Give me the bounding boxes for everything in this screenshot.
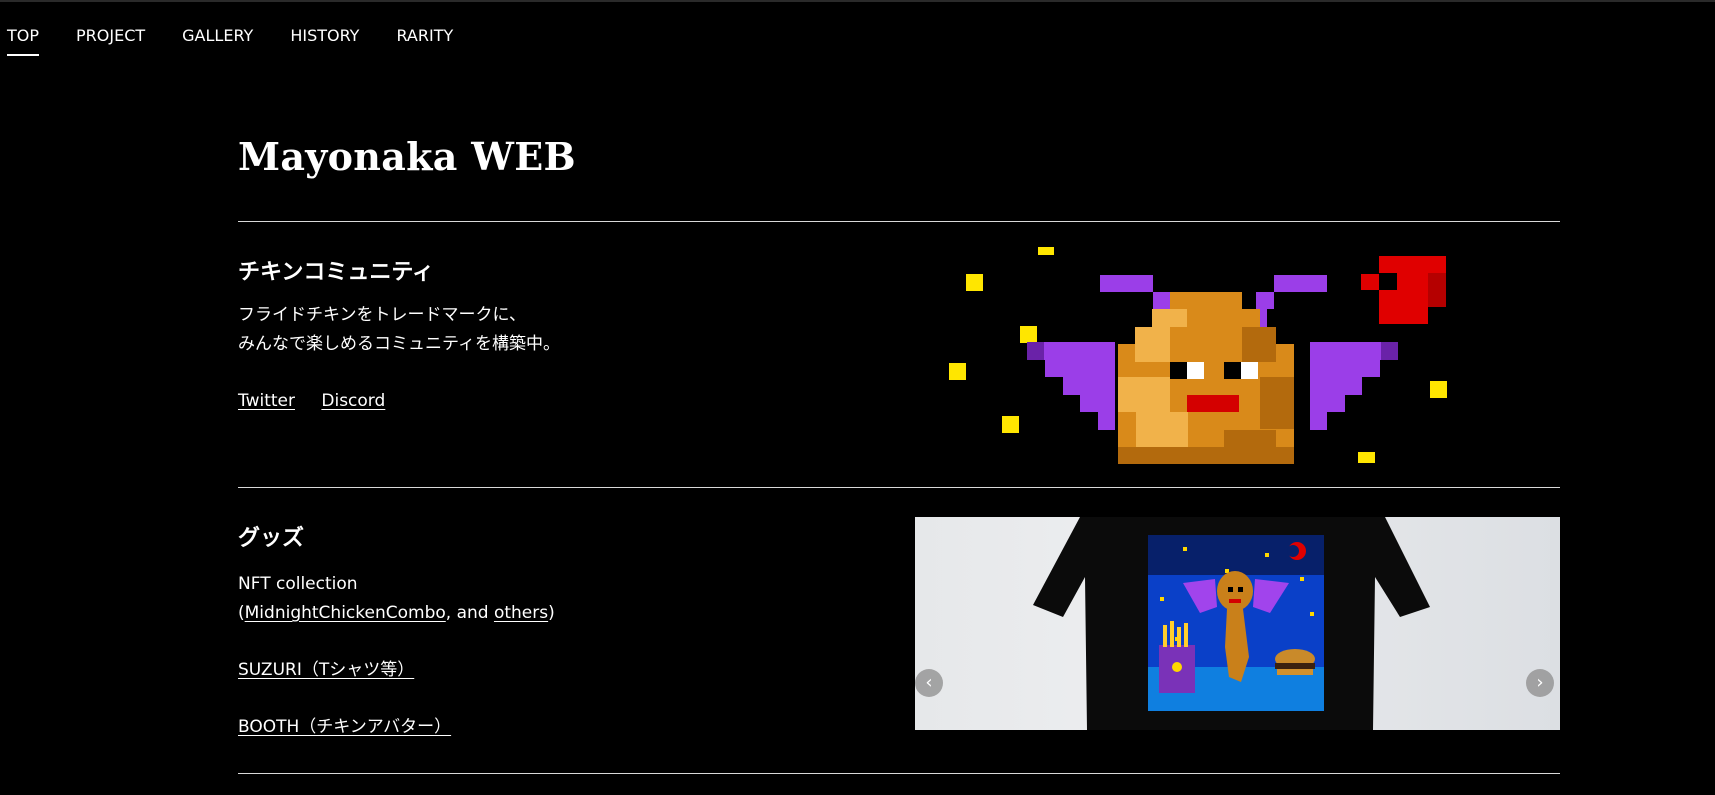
suzuri-link[interactable]: SUZURI（Tシャツ等） bbox=[238, 660, 414, 680]
community-title: チキンコミュニティ bbox=[238, 259, 435, 285]
chevron-right-icon: › bbox=[1536, 672, 1544, 693]
divider bbox=[238, 221, 1560, 222]
chevron-left-icon: ‹ bbox=[925, 672, 933, 693]
carousel-next-button[interactable]: › bbox=[1526, 669, 1554, 697]
community-text-line2: みんなで楽しめるコミュニティを構築中。 bbox=[238, 334, 560, 354]
midnight-chicken-combo-link[interactable]: MidnightChickenCombo bbox=[245, 603, 446, 623]
goods-text-line1: NFT collection bbox=[238, 574, 358, 594]
discord-link[interactable]: Discord bbox=[321, 391, 385, 411]
main-nav: TOP PROJECT GALLERY HISTORY RARITY bbox=[7, 26, 490, 56]
tshirt-photo bbox=[1033, 517, 1430, 730]
community-text-line1: フライドチキンをトレードマークに、 bbox=[238, 305, 526, 325]
paren-close: ) bbox=[548, 603, 555, 623]
nav-project[interactable]: PROJECT bbox=[76, 26, 145, 56]
social-links: Twitter Discord bbox=[238, 391, 406, 411]
site-title: Mayonaka WEB bbox=[238, 134, 576, 179]
nav-top[interactable]: TOP bbox=[7, 26, 40, 56]
twitter-link[interactable]: Twitter bbox=[238, 391, 295, 411]
goods-text-line2: (MidnightChickenCombo, and others) bbox=[238, 599, 555, 628]
nav-rarity[interactable]: RARITY bbox=[396, 26, 453, 56]
suzuri-line: SUZURI（Tシャツ等） bbox=[238, 656, 414, 685]
divider bbox=[238, 487, 1560, 488]
nav-history[interactable]: HISTORY bbox=[290, 26, 359, 56]
and-text: , and bbox=[445, 603, 494, 623]
nav-gallery[interactable]: GALLERY bbox=[182, 26, 253, 56]
goods-title: グッズ bbox=[238, 525, 305, 551]
divider bbox=[238, 773, 1560, 774]
goods-carousel[interactable]: ‹ › bbox=[915, 517, 1560, 730]
top-border bbox=[0, 0, 1715, 2]
booth-line: BOOTH（チキンアバター） bbox=[238, 713, 451, 742]
others-link[interactable]: others bbox=[494, 603, 548, 623]
booth-link[interactable]: BOOTH（チキンアバター） bbox=[238, 717, 451, 737]
paren-open: ( bbox=[238, 603, 245, 623]
fried-chicken-bat-pixel-art bbox=[949, 247, 1447, 464]
carousel-prev-button[interactable]: ‹ bbox=[915, 669, 943, 697]
